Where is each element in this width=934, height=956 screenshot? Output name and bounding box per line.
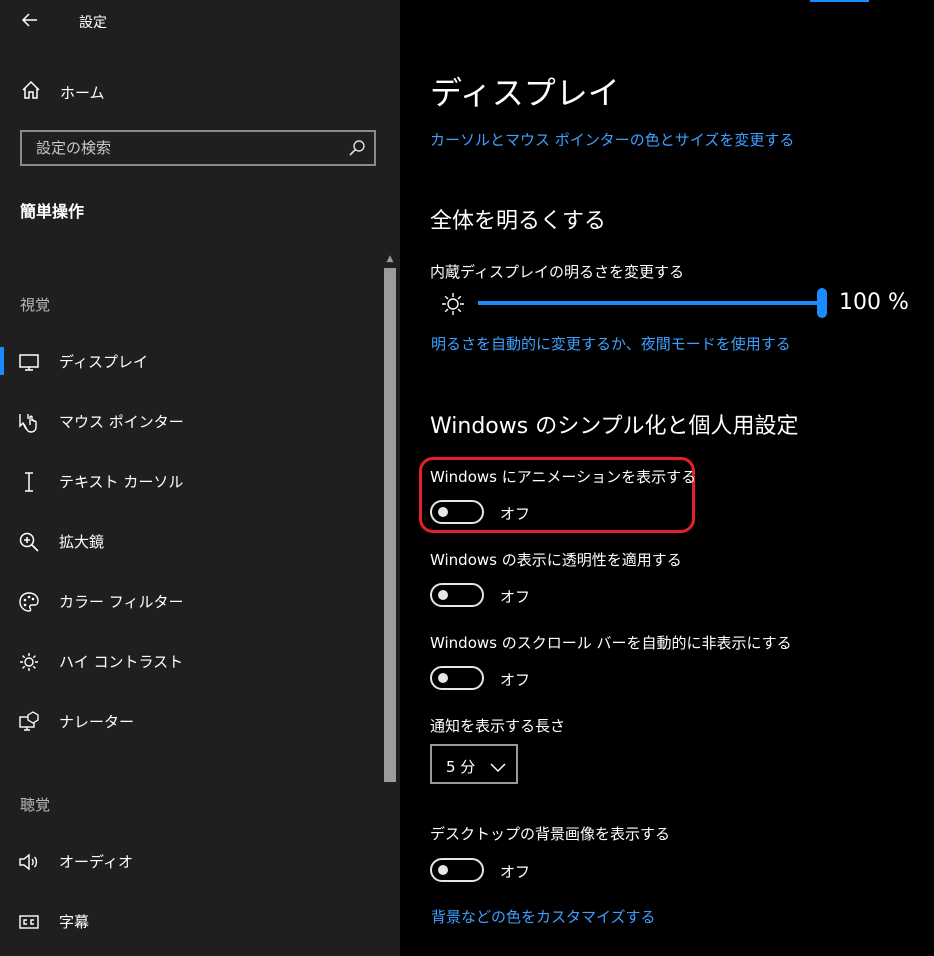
brightness-heading: 全体を明るくする	[430, 209, 607, 234]
toggle-animation-switch[interactable]	[430, 500, 484, 524]
sidebar-item-audio[interactable]: オーディオ	[0, 841, 372, 881]
brightness-value: 100 %	[839, 290, 909, 315]
sidebar-item-label: ディスプレイ	[59, 353, 148, 371]
narrator-icon	[18, 711, 40, 733]
mouse-pointer-icon	[18, 411, 40, 433]
sidebar: 設定 ホーム 簡単操作 視覚 ディスプレイ マウス ポインター テキスト カーソ…	[0, 0, 400, 956]
text-cursor-icon	[18, 471, 40, 493]
toggle-transparency-switch[interactable]	[430, 583, 484, 607]
sidebar-item-label: カラー フィルター	[59, 593, 184, 611]
toggle-transparency-state: オフ	[500, 588, 531, 606]
sidebar-item-text-cursor[interactable]: テキスト カーソル	[0, 461, 372, 501]
sidebar-item-label: オーディオ	[59, 853, 133, 871]
top-accent-bar	[810, 0, 869, 2]
magnifier-icon	[18, 531, 40, 553]
brightness-sun-icon	[440, 291, 466, 317]
scroll-up-arrow-icon[interactable]: ▲	[384, 253, 396, 265]
toggle-desktop-background-switch[interactable]	[430, 858, 484, 882]
link-auto-brightness[interactable]: 明るさを自動的に変更するか、夜間モードを使用する	[431, 333, 791, 354]
group-label-hearing: 聴覚	[20, 796, 51, 814]
high-contrast-icon	[18, 651, 40, 673]
sidebar-item-label: ハイ コントラスト	[59, 653, 184, 671]
brightness-slider-thumb[interactable]	[817, 288, 827, 318]
toggle-transparency-label: Windows の表示に透明性を適用する	[430, 551, 682, 569]
sidebar-item-magnifier[interactable]: 拡大鏡	[0, 521, 372, 561]
brightness-slider-track[interactable]	[478, 301, 822, 305]
sidebar-scrollbar-thumb[interactable]	[384, 268, 396, 782]
app-title: 設定	[79, 15, 107, 31]
sidebar-item-display[interactable]: ディスプレイ	[0, 341, 372, 381]
sidebar-item-label: 拡大鏡	[59, 533, 105, 551]
sidebar-item-label: 字幕	[59, 913, 90, 931]
toggle-knob	[438, 673, 448, 683]
chevron-down-icon	[490, 758, 506, 773]
sidebar-item-label: テキスト カーソル	[59, 473, 184, 491]
sidebar-home[interactable]: ホーム	[20, 80, 105, 104]
notification-duration-label: 通知を表示する長さ	[430, 717, 566, 735]
toggle-knob	[438, 507, 448, 517]
section-title: 簡単操作	[20, 202, 85, 221]
monitor-icon	[18, 351, 40, 373]
sidebar-item-mouse-pointer[interactable]: マウス ポインター	[0, 401, 372, 441]
search-box[interactable]	[20, 130, 376, 166]
sidebar-item-high-contrast[interactable]: ハイ コントラスト	[0, 641, 372, 681]
sidebar-item-color-filter[interactable]: カラー フィルター	[0, 581, 372, 621]
link-customize-colors[interactable]: 背景などの色をカスタマイズする	[431, 906, 656, 927]
color-palette-icon	[18, 591, 40, 613]
page-title: ディスプレイ	[430, 74, 620, 112]
home-icon	[20, 79, 42, 105]
back-arrow-icon[interactable]	[18, 8, 42, 32]
brightness-label: 内蔵ディスプレイの明るさを変更する	[430, 263, 684, 281]
speaker-icon	[18, 851, 40, 873]
desktop-background-label: デスクトップの背景画像を表示する	[430, 825, 671, 843]
sidebar-item-captions[interactable]: 字幕	[0, 901, 372, 941]
link-cursor-pointer[interactable]: カーソルとマウス ポインターの色とサイズを変更する	[430, 129, 794, 150]
sidebar-item-label: マウス ポインター	[59, 413, 184, 431]
toggle-knob	[438, 865, 448, 875]
search-input[interactable]	[22, 132, 356, 164]
toggle-scrollbar-state: オフ	[500, 671, 531, 689]
notification-duration-dropdown[interactable]: 5 分	[430, 744, 518, 784]
sidebar-home-label: ホーム	[60, 83, 105, 102]
sidebar-item-label: ナレーター	[59, 713, 135, 731]
toggle-scrollbar-label: Windows のスクロール バーを自動的に非表示にする	[430, 634, 792, 652]
closed-caption-icon	[18, 911, 40, 933]
sidebar-item-narrator[interactable]: ナレーター	[0, 701, 372, 741]
notification-duration-value: 5 分	[446, 758, 476, 776]
toggle-desktop-background-state: オフ	[500, 863, 531, 881]
group-label-vision: 視覚	[20, 296, 51, 314]
toggle-scrollbar-switch[interactable]	[430, 666, 484, 690]
toggle-knob	[438, 590, 448, 600]
search-icon[interactable]	[348, 139, 366, 157]
simplify-heading: Windows のシンプル化と個人用設定	[430, 414, 799, 439]
selection-indicator	[0, 347, 4, 375]
toggle-animation-label: Windows にアニメーションを表示する	[430, 468, 697, 486]
toggle-animation-state: オフ	[500, 505, 531, 523]
